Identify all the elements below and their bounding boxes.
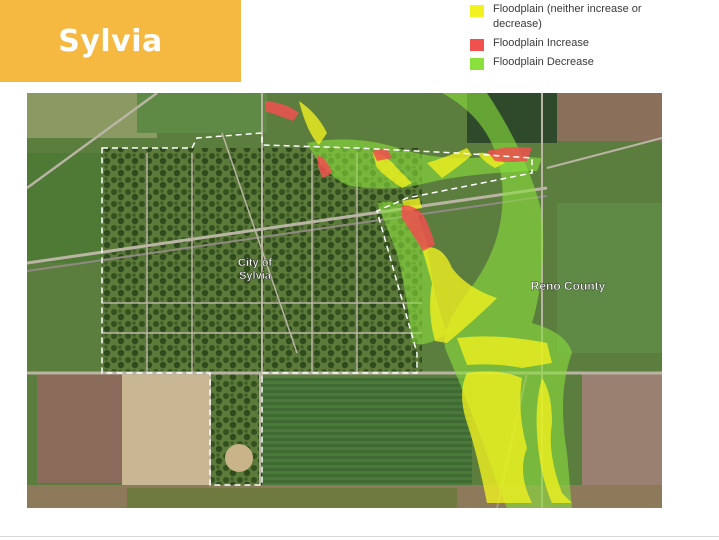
city-label-line2: Sylvia bbox=[239, 270, 272, 282]
county-label: Reno County bbox=[531, 279, 606, 293]
page-title: Sylvia bbox=[58, 23, 163, 59]
legend-swatch-increase bbox=[470, 39, 484, 51]
legend-swatch-decrease bbox=[470, 58, 484, 70]
field-bottom-strip-green bbox=[127, 488, 457, 508]
field-bottom-left bbox=[37, 373, 132, 483]
legend-label-neither: Floodplain (neither increase or decrease… bbox=[493, 3, 642, 30]
legend-item-neither: Floodplain (neither increase or decrease… bbox=[470, 2, 710, 32]
legend-label-increase: Floodplain Increase bbox=[493, 37, 590, 49]
city-label-line1: City of bbox=[238, 257, 273, 269]
field-top-right bbox=[557, 93, 662, 141]
field-bottom-green bbox=[262, 378, 472, 488]
floodplain-map: City of Sylvia Reno County bbox=[27, 93, 662, 508]
legend-item-decrease: Floodplain Decrease bbox=[470, 55, 710, 70]
field-top-center bbox=[137, 93, 267, 133]
legend-swatch-neither bbox=[470, 5, 484, 17]
bottom-divider bbox=[0, 536, 719, 537]
legend-label-decrease: Floodplain Decrease bbox=[493, 56, 594, 68]
field-left-green bbox=[27, 153, 102, 263]
legend-item-increase: Floodplain Increase bbox=[470, 36, 710, 51]
field-right-green bbox=[557, 203, 662, 353]
map-legend: Floodplain (neither increase or decrease… bbox=[470, 2, 710, 74]
ball-field bbox=[225, 444, 253, 472]
field-bottom-tan bbox=[122, 373, 210, 488]
